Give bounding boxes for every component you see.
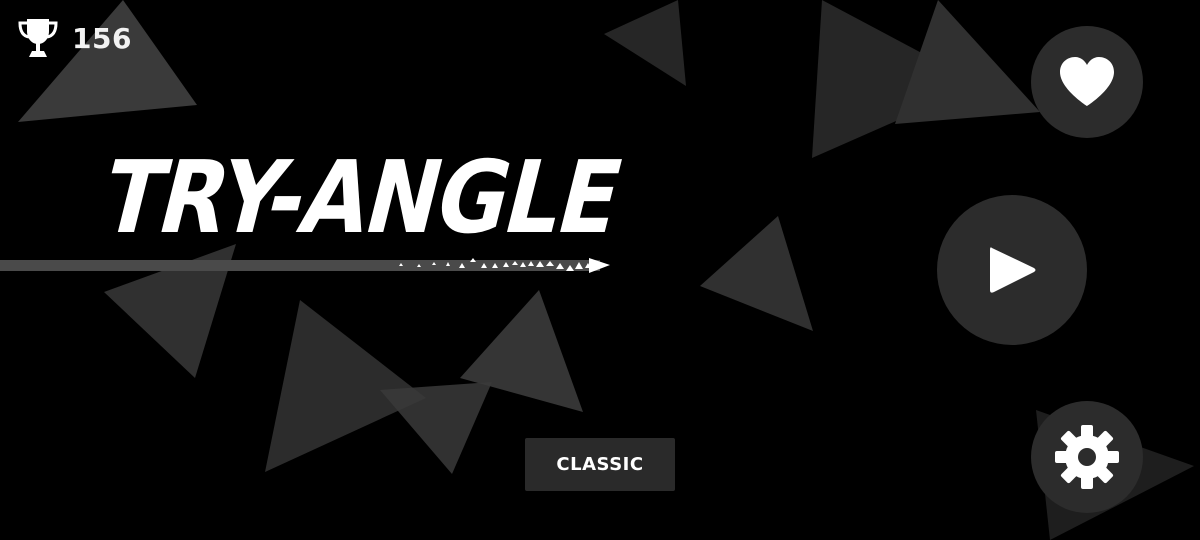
like-button[interactable] <box>1031 26 1143 138</box>
settings-button[interactable] <box>1031 401 1143 513</box>
heart-icon <box>1060 57 1114 106</box>
high-score: 156 <box>18 16 132 60</box>
game-mode-button[interactable]: CLASSIC <box>525 438 675 491</box>
game-title: TRY-ANGLE <box>90 139 633 256</box>
high-score-value: 156 <box>72 21 132 55</box>
game-menu-screen: 156 TRY-ANGLE CLASSIC <box>0 0 1200 540</box>
gear-icon <box>1055 425 1119 489</box>
play-button[interactable] <box>937 195 1087 345</box>
streak-line <box>0 260 600 271</box>
trophy-icon <box>18 19 58 57</box>
play-icon <box>990 247 1036 293</box>
